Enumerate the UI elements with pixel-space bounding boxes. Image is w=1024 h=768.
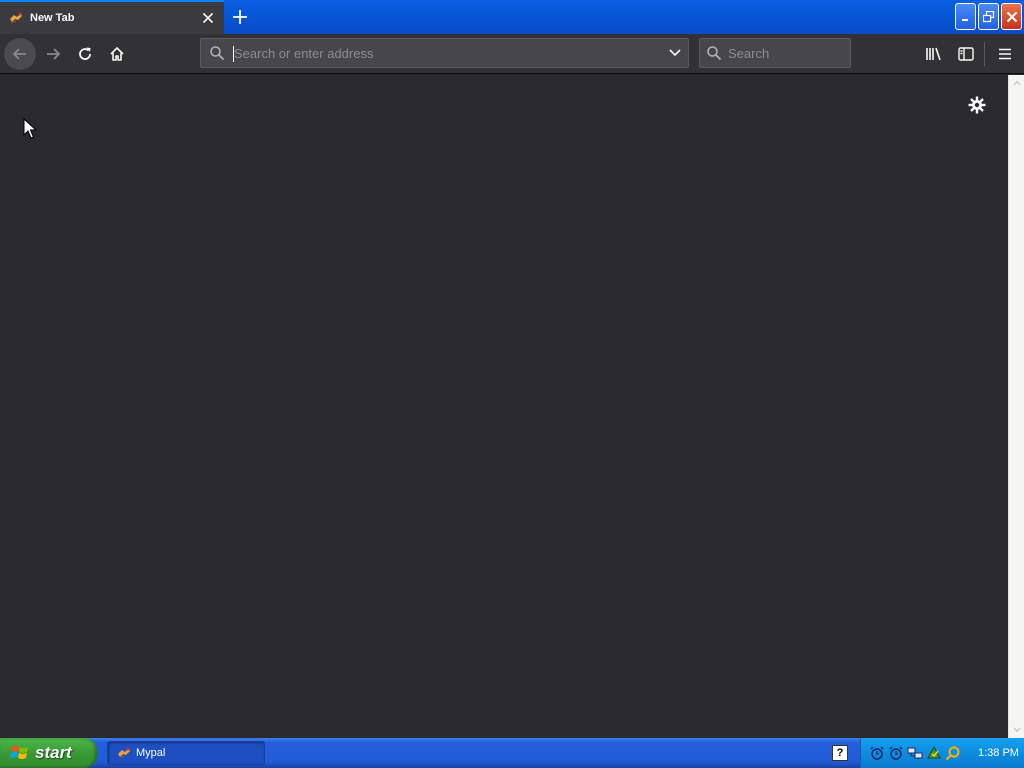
start-label: start — [35, 743, 72, 762]
close-window-icon — [1006, 11, 1017, 22]
new-tab-page — [0, 75, 1008, 738]
settings-button[interactable] — [964, 92, 990, 118]
back-button[interactable] — [4, 38, 36, 70]
close-window-button[interactable] — [1001, 3, 1022, 30]
search-input[interactable] — [728, 40, 850, 66]
menu-button[interactable] — [989, 38, 1021, 70]
alarm-icon-2[interactable] — [888, 745, 904, 761]
url-input[interactable] — [231, 40, 662, 66]
text-caret — [233, 46, 234, 62]
minimize-icon — [961, 18, 968, 21]
taskbar-item-mypal[interactable]: Mypal — [107, 741, 265, 765]
gear-icon — [968, 96, 986, 114]
chevron-up-icon — [1013, 80, 1021, 86]
search-icon[interactable] — [945, 745, 961, 761]
home-icon — [110, 47, 124, 61]
url-dropdown-button[interactable] — [662, 39, 688, 67]
scroll-down-button[interactable] — [1009, 722, 1024, 738]
search-icon — [700, 39, 728, 67]
forward-arrow-icon — [47, 48, 61, 60]
start-button[interactable]: start — [0, 738, 97, 768]
alarm-icon[interactable] — [869, 745, 885, 761]
plus-icon — [233, 10, 247, 24]
mypal-favicon-icon — [10, 12, 22, 23]
search-bar[interactable] — [699, 38, 851, 68]
back-arrow-icon — [12, 48, 26, 60]
library-icon — [926, 47, 941, 61]
taskbar-item-label: Mypal — [136, 747, 166, 759]
chevron-down-icon — [669, 49, 681, 57]
search-icon — [203, 39, 231, 67]
close-icon[interactable] — [200, 10, 216, 26]
vertical-scrollbar[interactable] — [1008, 75, 1024, 738]
system-tray: 1:38 PM — [860, 738, 1024, 768]
chevron-down-icon — [1013, 727, 1021, 733]
network-icon[interactable] — [907, 745, 923, 761]
forward-button[interactable] — [37, 38, 69, 70]
toolbar-separator — [984, 42, 985, 66]
taskbar: start Mypal ? 1:38 PM — [0, 738, 1024, 768]
sidebar-button[interactable] — [950, 38, 982, 70]
reload-icon — [79, 47, 91, 60]
restore-button[interactable] — [978, 3, 999, 30]
minimize-button[interactable] — [955, 3, 976, 30]
mypal-favicon-icon — [118, 747, 130, 758]
sidebar-icon — [958, 47, 974, 61]
home-button[interactable] — [101, 38, 133, 70]
reload-button[interactable] — [69, 38, 101, 70]
tab-title: New Tab — [30, 12, 75, 24]
url-bar[interactable] — [200, 38, 689, 68]
tab-new-tab[interactable]: New Tab — [0, 0, 224, 34]
hamburger-menu-icon — [999, 48, 1011, 60]
windows-logo-icon — [10, 746, 28, 759]
new-tab-button[interactable] — [228, 5, 252, 29]
clock: 1:38 PM — [978, 747, 1019, 759]
title-bar: New Tab — [0, 0, 1024, 34]
update-icon[interactable] — [926, 745, 942, 761]
restore-icon — [982, 10, 994, 22]
scroll-up-button[interactable] — [1009, 75, 1024, 91]
library-button[interactable] — [918, 38, 950, 70]
nav-toolbar — [0, 34, 1024, 74]
help-icon[interactable]: ? — [832, 745, 848, 761]
